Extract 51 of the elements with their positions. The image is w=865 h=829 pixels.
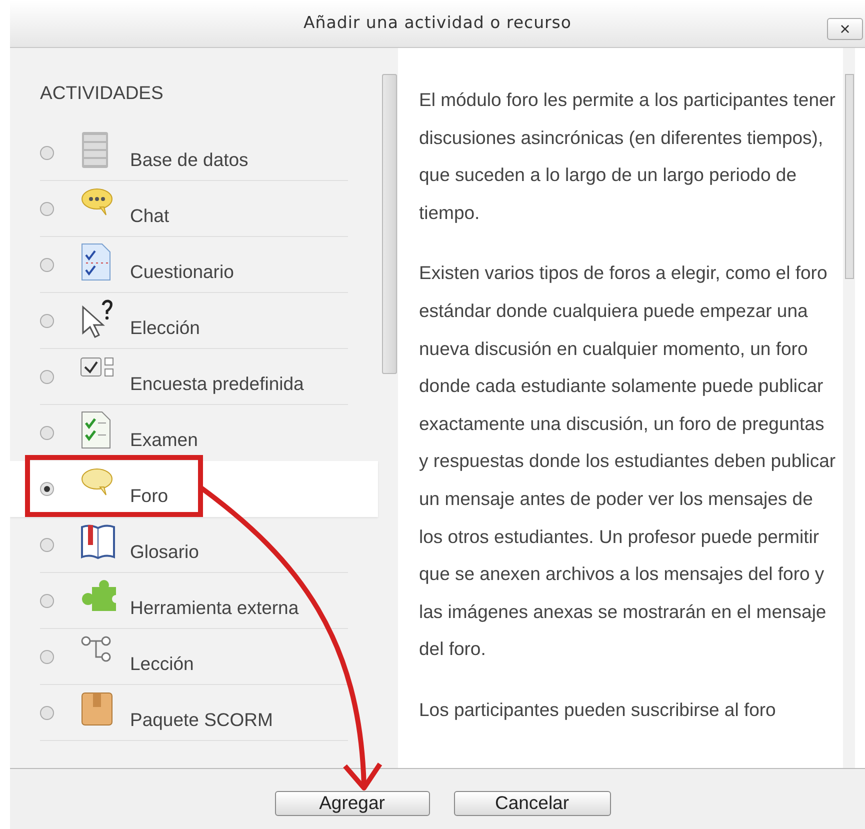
checkbox-icon <box>80 355 116 379</box>
description-paragraph: Los participantes pueden suscribirse al foro <box>419 698 777 722</box>
radio-button[interactable] <box>40 258 54 272</box>
activity-item[interactable]: Chat <box>10 181 378 236</box>
activity-item[interactable]: Glosario <box>10 517 378 572</box>
activity-label: Elección <box>130 316 200 340</box>
activity-item[interactable]: Examen <box>10 405 378 461</box>
description-paragraph: El módulo foro les permite a los participantes tener discusiones asincrónicas (en diferentes tiempos), que suceden a lo largo de un largo periodo de tiempo. <box>419 88 836 225</box>
activity-label: Examen <box>130 428 198 452</box>
radio-button[interactable] <box>40 650 54 664</box>
radio-button[interactable] <box>40 538 54 552</box>
cancel-button[interactable]: Cancelar <box>454 791 610 816</box>
radio-button[interactable] <box>40 482 54 496</box>
activity-label: Chat <box>130 204 170 228</box>
activity-item[interactable]: Foro <box>10 461 378 517</box>
speech-bubble-icon <box>80 187 114 217</box>
activity-label: Encuesta predefinida <box>130 372 304 396</box>
radio-button[interactable] <box>40 370 54 384</box>
radio-button[interactable] <box>40 146 54 160</box>
add-button[interactable]: Agregar <box>274 791 430 816</box>
activity-item[interactable]: Base de datos <box>10 125 378 180</box>
activity-item[interactable]: Elección <box>10 293 378 348</box>
speech-bubble-icon <box>80 467 114 497</box>
close-button[interactable]: × <box>827 18 863 40</box>
activity-item[interactable]: Cuestionario <box>10 237 378 292</box>
radio-button[interactable] <box>40 314 54 328</box>
checklist-icon <box>80 411 112 449</box>
activity-label: Lección <box>130 652 194 676</box>
activity-label: Glosario <box>130 540 199 564</box>
activity-label: Foro <box>130 484 168 508</box>
section-heading: ACTIVIDADES <box>40 81 164 105</box>
activity-item[interactable]: Paquete SCORM <box>10 685 378 740</box>
activity-label: Cuestionario <box>130 260 234 284</box>
activity-label: Herramienta externa <box>130 596 299 620</box>
book-icon <box>80 523 116 561</box>
radio-button[interactable] <box>40 426 54 440</box>
puzzle-piece-icon <box>80 579 118 613</box>
activity-item[interactable]: Lección <box>10 629 378 684</box>
database-icon <box>80 131 110 169</box>
description-paragraph: Existen varios tipos de foros a elegir, como el foro estándar donde cualquiera puede empezar una nueva discusión en cualquier momento, un foro donde cada estudiante solamente puede publicar exactamente una discusión, un foro de preguntas y respuestas donde los estudiantes deben publicar un mensaje antes de poder ver los mensajes de los otros estudiantes. Un profesor puede permitir que se anexen archivos a los mensajes del foro y las imágenes anexas se mostrarán en el mensaje del foro. <box>419 261 837 662</box>
cursor-question-icon <box>80 299 114 339</box>
radio-button[interactable] <box>40 706 54 720</box>
activity-label: Paquete SCORM <box>130 708 273 732</box>
package-icon <box>80 691 114 727</box>
radio-button[interactable] <box>40 202 54 216</box>
checklist-document-icon <box>80 243 112 281</box>
activity-item[interactable]: Herramienta externa <box>10 573 378 628</box>
window-title: Añadir una actividad o recurso <box>303 12 572 34</box>
activity-item[interactable]: Encuesta predefinida <box>10 349 378 404</box>
radio-button[interactable] <box>40 594 54 608</box>
activity-label: Base de datos <box>130 148 248 172</box>
